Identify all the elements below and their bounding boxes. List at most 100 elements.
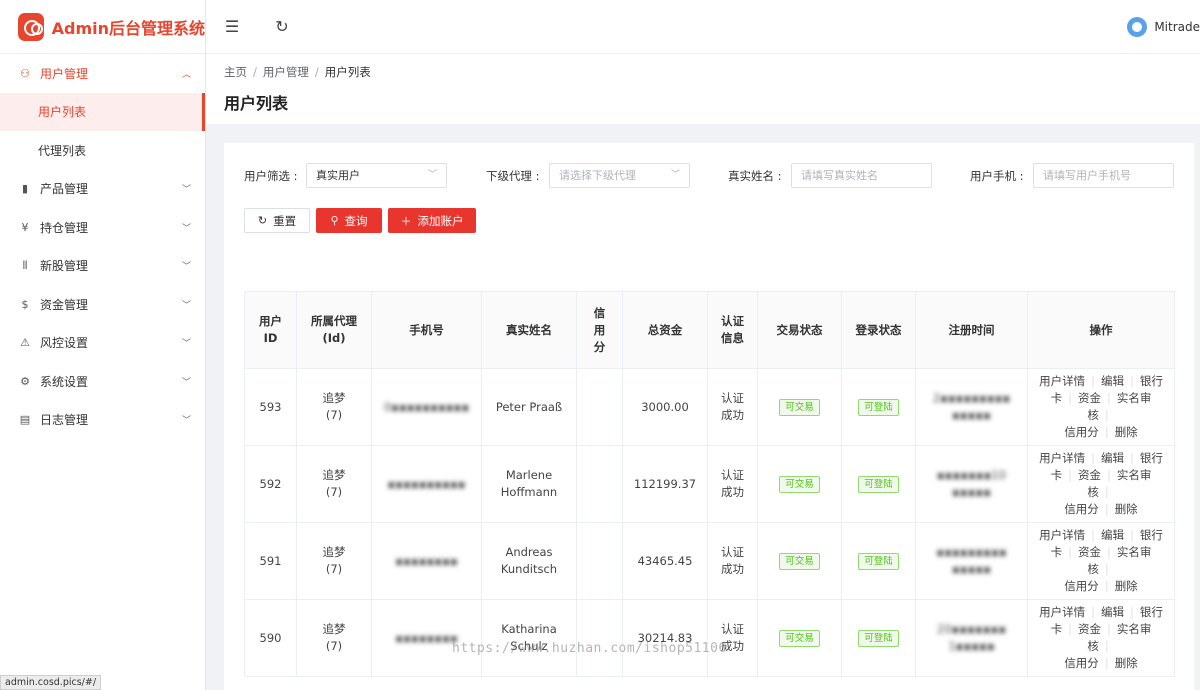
funds-link[interactable]: 资金 (1078, 391, 1101, 405)
sidebar-item-system[interactable]: ⚙ 系统设置 ﹀ (0, 362, 205, 401)
breadcrumb: 主页 / 用户管理 / 用户列表 (224, 65, 371, 79)
edit-link[interactable]: 编辑 (1101, 374, 1124, 388)
refresh-icon[interactable]: ↻ (272, 17, 292, 37)
cell-user-id: 593 (244, 368, 297, 446)
funds-link[interactable]: 资金 (1078, 622, 1101, 636)
avatar (1127, 17, 1148, 37)
edit-link[interactable]: 编辑 (1101, 605, 1124, 619)
credit-score-link[interactable]: 信用分 (1064, 656, 1099, 670)
status-badge: 可登陆 (858, 476, 899, 493)
sidebar-item-label: 日志管理 (40, 413, 89, 428)
status-badge: 可登陆 (858, 553, 899, 570)
cell-trade-status: 可交易 (757, 445, 842, 523)
refresh-icon: ↻ (257, 214, 268, 227)
table-header-row: 用户 ID 所属代理 (Id) 手机号 真实姓名 信用分 总资金 认证 信息 交易状态… (244, 291, 1175, 369)
chevron-down-icon: ﹀ (181, 416, 191, 427)
reg-time-blurred: ▪▪▪▪▪ (952, 408, 991, 422)
delete-link[interactable]: 删除 (1115, 579, 1138, 593)
reset-button[interactable]: ↻ 重置 (244, 208, 310, 233)
sidebar-item-products[interactable]: ▮ 产品管理 ﹀ (0, 170, 205, 209)
chevron-down-icon: ﹀ (181, 223, 191, 234)
col-trade-status: 交易状态 (757, 291, 842, 369)
status-badge: 可交易 (779, 630, 820, 647)
phone-filter-label: 用户手机 : (970, 169, 1024, 183)
gear-icon: ⚙ (20, 374, 30, 388)
user-menu[interactable]: Mitrade (1127, 17, 1200, 37)
cell-real-name: Peter Praaß (481, 368, 577, 446)
credit-score-link[interactable]: 信用分 (1064, 502, 1099, 516)
sidebar-item-logs[interactable]: ▤ 日志管理 ﹀ (0, 401, 205, 440)
warning-icon: ⚠ (20, 336, 30, 350)
breadcrumb-user-management[interactable]: 用户管理 (263, 65, 309, 79)
cell-auth: 认证 成功 (707, 599, 758, 677)
phone-value-blurred: ▪▪▪▪▪▪▪▪ (395, 553, 458, 568)
reset-button-label: 重置 (273, 213, 297, 228)
delete-link[interactable]: 删除 (1115, 656, 1138, 670)
cell-total-funds: 3000.00 (622, 368, 708, 446)
funds-link[interactable]: 资金 (1078, 468, 1101, 482)
edit-link[interactable]: 编辑 (1101, 451, 1124, 465)
sidebar-item-funds[interactable]: $ 资金管理 ﹀ (0, 285, 205, 324)
sidebar-item-risk[interactable]: ⚠ 风控设置 ﹀ (0, 324, 205, 363)
cell-real-name: Marlene Hoffmann (481, 445, 577, 523)
user-group-icon: ⚇ (20, 66, 30, 80)
search-button[interactable]: ⚲ 查询 (316, 208, 382, 233)
chevron-down-icon: ﹀ (181, 300, 191, 311)
watermark: https://www.huzhan.com/ishop51106 (452, 641, 727, 656)
table-row: 593 追梦 (7) 0▪▪▪▪▪▪▪▪▪▪ Peter Praaß 3000.00 认证 … (244, 368, 1175, 446)
user-filter-value: 真实用户 (316, 169, 360, 182)
credit-score-link[interactable]: 信用分 (1064, 425, 1099, 439)
cell-actions: 用户详情 | 编辑 | 银行卡 | 资金 | 实名审核 | 信用分 | 删除 (1027, 445, 1175, 523)
funds-link[interactable]: 资金 (1078, 545, 1101, 559)
cell-real-name: Andreas Kunditsch (481, 522, 577, 600)
user-filter-select[interactable]: 真实用户 ﹀ (306, 163, 447, 188)
cell-reg-time: ▪▪▪▪▪▪▪▪▪ ▪▪▪▪▪ (915, 522, 1028, 600)
agent-select[interactable]: 请选择下级代理 ﹀ (549, 163, 690, 188)
cell-reg-time: ▪▪▪▪▪▪▪10 ▪▪▪▪▪ (915, 445, 1028, 523)
status-bar-url: admin.cosd.pics/#/ (0, 675, 102, 690)
reg-time-blurred: ▪▪▪▪▪▪▪▪▪ (936, 545, 1007, 559)
cell-auth: 认证 成功 (707, 522, 758, 600)
collapse-menu-icon[interactable]: ☰ (222, 17, 242, 37)
sidebar-subitem-agent-list[interactable]: 代理列表 (0, 131, 205, 170)
agent-name: 追梦 (322, 545, 346, 559)
cell-actions: 用户详情 | 编辑 | 银行卡 | 资金 | 实名审核 | 信用分 | 删除 (1027, 522, 1175, 600)
delete-link[interactable]: 删除 (1115, 425, 1138, 439)
sidebar-item-label: 持仓管理 (40, 220, 89, 235)
user-detail-link[interactable]: 用户详情 (1039, 528, 1085, 542)
status-badge: 可交易 (779, 476, 820, 493)
logo[interactable]: Admin后台管理系统 (0, 0, 205, 54)
user-detail-link[interactable]: 用户详情 (1039, 451, 1085, 465)
sidebar-item-user-management[interactable]: ⚇ 用户管理 ︿ (0, 54, 205, 93)
sidebar-subitem-user-list[interactable]: 用户列表 (0, 92, 205, 131)
breadcrumb-home[interactable]: 主页 (224, 65, 247, 79)
user-detail-link[interactable]: 用户详情 (1039, 605, 1085, 619)
sidebar-item-positions[interactable]: ¥ 持仓管理 ﹀ (0, 208, 205, 247)
cell-phone: ▪▪▪▪▪▪▪▪ (371, 599, 482, 677)
username: Mitrade (1154, 20, 1200, 34)
add-account-button[interactable]: ＋ 添加账户 (388, 208, 476, 233)
agent-filter-label: 下级代理 : (486, 169, 540, 183)
search-icon: ⚲ (330, 214, 339, 227)
phone-value-blurred: 0▪▪▪▪▪▪▪▪▪▪ (383, 399, 470, 414)
reg-time-blurred: 20▪▪▪▪▪▪▪ (936, 622, 1007, 636)
sidebar-item-label: 用户管理 (40, 66, 89, 81)
sidebar-item-ipo[interactable]: ⦀ 新股管理 ﹀ (0, 247, 205, 286)
user-detail-link[interactable]: 用户详情 (1039, 374, 1085, 388)
bank-card-link-part2: 卡 (1050, 545, 1063, 559)
sidebar-menu: ⚇ 用户管理 ︿ 用户列表 代理列表 ▮ 产品管理 ﹀ ¥ 持仓管理 ﹀ ⦀ 新… (0, 54, 205, 439)
log-icon: ▤ (19, 413, 31, 427)
cell-login-status: 可登陆 (841, 368, 916, 446)
credit-score-link[interactable]: 信用分 (1064, 579, 1099, 593)
delete-link[interactable]: 删除 (1115, 502, 1138, 516)
phone-value-blurred: ▪▪▪▪▪▪▪▪▪▪ (387, 476, 466, 491)
cell-login-status: 可登陆 (841, 522, 916, 600)
cell-user-id: 591 (244, 522, 297, 600)
agent-id: (7) (325, 562, 343, 576)
agent-id: (7) (325, 485, 343, 499)
col-user-id: 用户 ID (244, 291, 297, 369)
real-name-input[interactable]: 请填写真实姓名 (791, 163, 932, 188)
phone-input[interactable]: 请填写用户手机号 (1033, 163, 1174, 188)
edit-link[interactable]: 编辑 (1101, 528, 1124, 542)
cell-actions: 用户详情 | 编辑 | 银行卡 | 资金 | 实名审核 | 信用分 | 删除 (1027, 368, 1175, 446)
